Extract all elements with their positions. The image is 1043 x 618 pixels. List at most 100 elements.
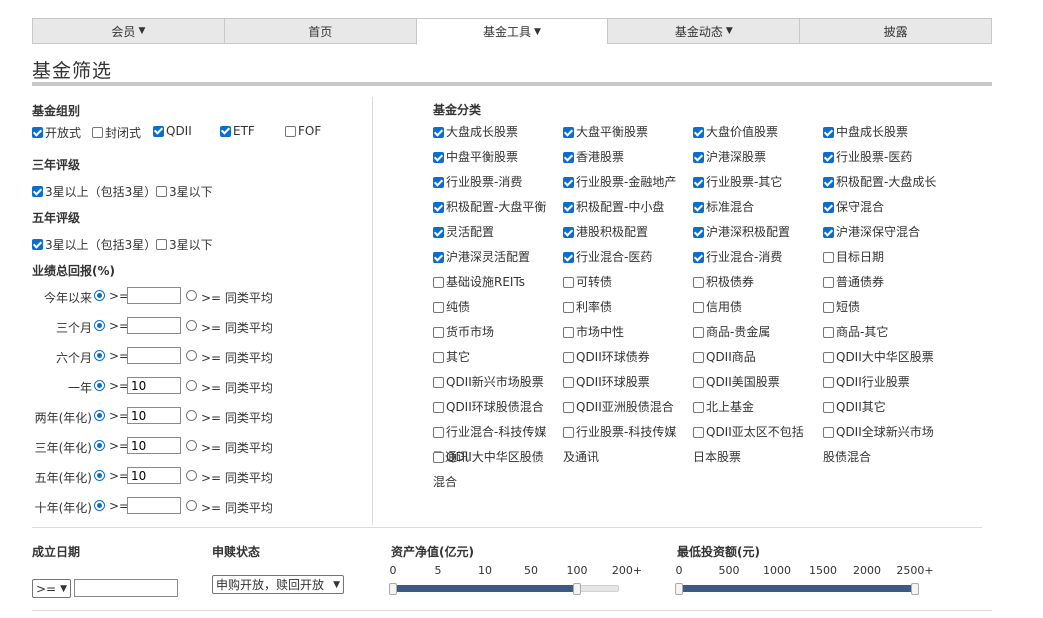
category-option[interactable]: QDII新兴市场股票 (433, 375, 544, 395)
return-threshold-input[interactable] (127, 287, 181, 304)
checkbox[interactable] (693, 202, 704, 213)
checkbox[interactable] (823, 427, 834, 438)
category-option[interactable]: 行业股票-消费 (433, 175, 522, 195)
checkbox[interactable] (153, 125, 164, 137)
subscription-select[interactable]: 申购开放，赎回开放 ▼ (212, 575, 344, 594)
category-option[interactable]: 港股积极配置 (563, 225, 648, 245)
category-option[interactable]: 保守混合 (823, 200, 884, 220)
checkbox[interactable] (563, 327, 574, 338)
category-option[interactable]: 其它 (433, 350, 470, 370)
category-option[interactable]: 沪港深积极配置 (693, 225, 790, 245)
checkbox[interactable] (220, 125, 231, 137)
checkbox[interactable] (156, 239, 167, 250)
category-option[interactable]: 行业股票-其它 (693, 175, 782, 195)
category-option[interactable]: QDII大中华区股票 (823, 350, 934, 370)
checkbox[interactable] (693, 402, 704, 413)
checkbox[interactable] (823, 352, 834, 363)
category-option[interactable]: 中盘成长股票 (823, 125, 908, 145)
gte-average-radio[interactable] (186, 350, 197, 361)
checkbox[interactable] (693, 277, 704, 288)
checkbox[interactable] (563, 427, 574, 438)
fund-group-option[interactable]: QDII (153, 124, 192, 138)
category-option[interactable]: 中盘平衡股票 (433, 150, 518, 170)
gte-average-radio[interactable] (186, 500, 197, 511)
category-option[interactable]: 积极配置-大盘平衡 (433, 200, 546, 220)
tab-home[interactable]: 首页 (223, 18, 416, 44)
checkbox[interactable] (433, 302, 444, 313)
category-option[interactable]: 信用债 (693, 300, 742, 320)
gte-value-radio[interactable] (94, 410, 105, 421)
slider-min-handle[interactable] (675, 583, 683, 595)
category-option[interactable]: 大盘平衡股票 (563, 125, 648, 145)
checkbox[interactable] (693, 427, 704, 438)
checkbox[interactable] (823, 177, 834, 188)
fund-group-option[interactable]: 开放式 (32, 124, 81, 141)
rating5-option[interactable]: 3星以下 (156, 236, 213, 253)
gte-average-radio[interactable] (186, 440, 197, 451)
checkbox[interactable] (433, 152, 444, 163)
checkbox[interactable] (285, 125, 296, 137)
checkbox[interactable] (563, 302, 574, 313)
category-option[interactable]: 商品-其它 (823, 325, 888, 345)
category-option[interactable]: 商品-贵金属 (693, 325, 770, 345)
gte-average-radio[interactable] (186, 410, 197, 421)
checkbox[interactable] (433, 127, 444, 138)
category-option[interactable]: 行业混合-消费 (693, 250, 782, 270)
category-option[interactable]: 沪港深灵活配置 (433, 250, 530, 270)
category-option[interactable]: 灵活配置 (433, 225, 494, 245)
tab-member[interactable]: 会员 ▼ (32, 18, 224, 44)
checkbox[interactable] (92, 127, 103, 138)
category-option[interactable]: 大盘成长股票 (433, 125, 518, 145)
gte-value-radio[interactable] (94, 320, 105, 331)
tab-fund-tools[interactable]: 基金工具 ▼ (415, 18, 608, 45)
category-option[interactable]: 行业股票-科技传媒 及通讯 (563, 425, 700, 470)
checkbox[interactable] (823, 202, 834, 213)
checkbox[interactable] (693, 227, 704, 238)
category-option[interactable]: 行业股票-金融地产 (563, 175, 676, 195)
gte-value-radio[interactable] (94, 470, 105, 481)
checkbox[interactable] (433, 277, 444, 288)
return-threshold-input[interactable] (127, 467, 181, 484)
category-option[interactable]: 积极配置-中小盘 (563, 200, 664, 220)
category-option[interactable]: QDII环球债券 (563, 350, 650, 370)
category-option[interactable]: 积极配置-大盘成长 (823, 175, 936, 195)
checkbox[interactable] (823, 302, 834, 313)
checkbox[interactable] (693, 177, 704, 188)
category-option[interactable]: 行业混合-医药 (563, 250, 652, 270)
inception-date-input[interactable] (74, 579, 178, 597)
checkbox[interactable] (693, 152, 704, 163)
category-option[interactable]: 短债 (823, 300, 860, 320)
checkbox[interactable] (563, 177, 574, 188)
slider-max-handle[interactable] (911, 583, 919, 595)
category-option[interactable]: 标准混合 (693, 200, 754, 220)
checkbox[interactable] (693, 127, 704, 138)
return-threshold-input[interactable] (127, 377, 181, 394)
checkbox[interactable] (693, 327, 704, 338)
tab-fund-news[interactable]: 基金动态 ▼ (607, 18, 800, 44)
category-option[interactable]: QDII环球股票 (563, 375, 650, 395)
checkbox[interactable] (433, 202, 444, 213)
category-option[interactable]: QDII商品 (693, 350, 756, 370)
inception-operator-select[interactable]: >= ▼ (32, 579, 71, 598)
checkbox[interactable] (433, 402, 444, 413)
checkbox[interactable] (156, 186, 167, 197)
rating5-option[interactable]: 3星以上（包括3星） (32, 236, 156, 253)
category-option[interactable]: 货币市场 (433, 325, 494, 345)
checkbox[interactable] (693, 252, 704, 263)
category-option[interactable]: 市场中性 (563, 325, 624, 345)
checkbox[interactable] (32, 127, 43, 138)
gte-value-radio[interactable] (94, 350, 105, 361)
category-option[interactable]: 基础设施REITs (433, 275, 525, 295)
category-option[interactable]: 香港股票 (563, 150, 624, 170)
category-option[interactable]: 可转债 (563, 275, 612, 295)
category-option[interactable]: 普通债券 (823, 275, 884, 295)
checkbox[interactable] (693, 352, 704, 363)
checkbox[interactable] (563, 352, 574, 363)
checkbox[interactable] (563, 152, 574, 163)
gte-value-radio[interactable] (94, 440, 105, 451)
checkbox[interactable] (433, 177, 444, 188)
checkbox[interactable] (32, 239, 43, 250)
checkbox[interactable] (823, 277, 834, 288)
checkbox[interactable] (563, 227, 574, 238)
checkbox[interactable] (433, 452, 444, 463)
